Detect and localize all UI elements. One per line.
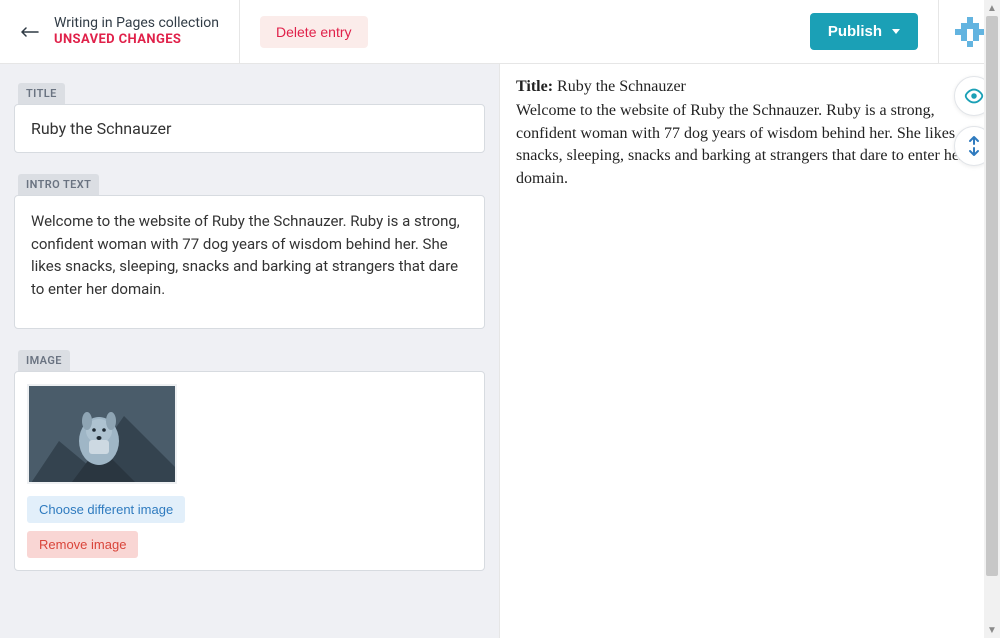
delete-entry-label: Delete entry — [276, 24, 351, 40]
intro-field: INTRO TEXT — [14, 173, 485, 329]
title-field-label: TITLE — [18, 83, 65, 104]
scroll-up-icon[interactable]: ▲ — [984, 0, 1000, 16]
image-thumbnail[interactable] — [27, 384, 177, 484]
preview-body: Welcome to the website of Ruby the Schna… — [516, 100, 984, 190]
choose-image-label: Choose different image — [39, 502, 173, 517]
avatar-icon — [955, 17, 985, 47]
publish-button[interactable]: Publish — [810, 13, 918, 50]
intro-textarea[interactable] — [31, 210, 468, 310]
main-split: TITLE INTRO TEXT IMAGE — [0, 64, 1000, 638]
title-input[interactable] — [31, 119, 468, 138]
scrollbar-thumb[interactable] — [986, 16, 998, 576]
image-field: IMAGE — [14, 349, 485, 571]
image-actions: Choose different image Remove image — [27, 496, 472, 558]
preview-title-value: Ruby the Schnauzer — [557, 78, 686, 95]
title-field-box — [14, 104, 485, 153]
image-field-label: IMAGE — [18, 350, 70, 371]
title-field: TITLE — [14, 82, 485, 153]
preview-title-line: Title: Ruby the Schnauzer — [516, 76, 984, 98]
choose-image-button[interactable]: Choose different image — [27, 496, 185, 523]
remove-image-label: Remove image — [39, 537, 126, 552]
preview-title-prefix: Title: — [516, 78, 553, 95]
editor-pane: TITLE INTRO TEXT IMAGE — [0, 64, 500, 638]
back-section[interactable]: Writing in Pages collection UNSAVED CHAN… — [0, 0, 240, 63]
collection-name: Writing in Pages collection — [54, 14, 219, 32]
scroll-down-icon[interactable]: ▼ — [984, 622, 1000, 638]
sync-scroll-icon — [964, 135, 984, 157]
intro-field-box — [14, 195, 485, 329]
topbar: Writing in Pages collection UNSAVED CHAN… — [0, 0, 1000, 64]
preview-pane: Title: Ruby the Schnauzer Welcome to the… — [500, 64, 1000, 638]
header-text: Writing in Pages collection UNSAVED CHAN… — [54, 14, 219, 49]
remove-image-button[interactable]: Remove image — [27, 531, 138, 558]
eye-icon — [963, 85, 985, 107]
unsaved-changes-label: UNSAVED CHANGES — [54, 32, 219, 49]
caret-down-icon — [892, 29, 900, 34]
back-arrow-icon[interactable] — [20, 22, 40, 42]
publish-label: Publish — [828, 23, 882, 40]
intro-field-label: INTRO TEXT — [18, 174, 99, 195]
vertical-scrollbar[interactable]: ▲ ▼ — [984, 0, 1000, 638]
image-field-box: Choose different image Remove image — [14, 371, 485, 571]
delete-entry-button[interactable]: Delete entry — [260, 16, 367, 48]
